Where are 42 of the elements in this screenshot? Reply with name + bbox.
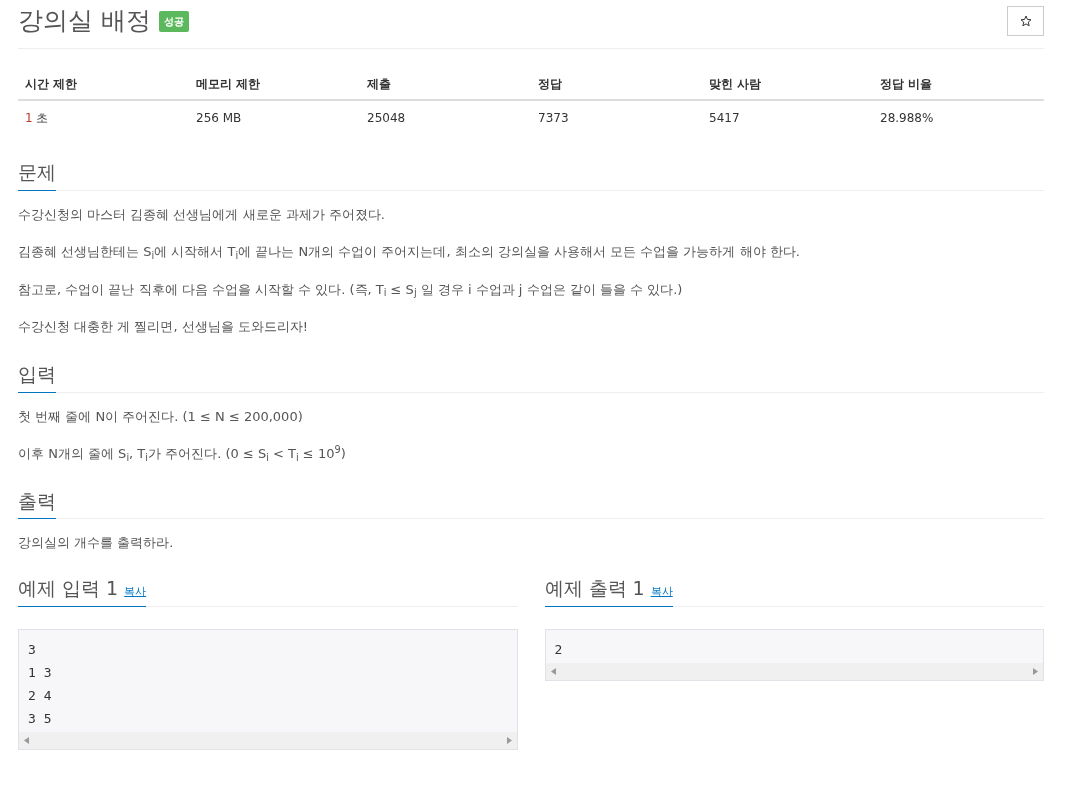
left-arrow-icon[interactable] bbox=[550, 667, 556, 675]
table-cell: 7373 bbox=[531, 100, 702, 135]
column-header: 시간 제한 bbox=[18, 69, 189, 100]
copy-link[interactable]: 복사 bbox=[124, 584, 147, 598]
code-line: 2 4 bbox=[28, 687, 52, 703]
favorite-button[interactable] bbox=[1007, 6, 1044, 36]
star-icon bbox=[1019, 15, 1032, 27]
paragraph: 수강신청 대충한 게 찔리면, 선생님을 도와드리자! bbox=[18, 318, 309, 337]
scrollbar[interactable] bbox=[545, 662, 1043, 680]
status-badge: 성공 bbox=[158, 10, 189, 32]
paragraph: 첫 번째 줄에 N이 주어진다. (1 ≤ N ≤ 200,000) bbox=[18, 407, 304, 426]
paragraph: 김종혜 선생님한테는 S$_{i}$에 시작해서 T$_{i}$에 끝나는 N개의 수업이 주어지는데, 최소의 강의실을 사용해서 모든 수업을 가능하게 해야 한다. bbox=[18, 243, 801, 262]
paragraph: 이후 N개의 줄에 S$_{i}$, T$_{i}$가 주어진다. (0 ≤ S$_{i}$ < T$_{i}$ ≤ 10$^{9}$) bbox=[18, 444, 347, 464]
right-arrow-icon[interactable] bbox=[1033, 667, 1038, 675]
sample-heading: 예제 출력 1 bbox=[544, 576, 645, 599]
section-heading: 출력 bbox=[18, 489, 56, 520]
time-limit-unit: 초 bbox=[36, 111, 49, 125]
section-heading: 문제 bbox=[18, 161, 56, 191]
left-arrow-icon[interactable] bbox=[24, 736, 29, 744]
problem-title: 강의실 배정 bbox=[18, 6, 151, 36]
right-arrow-icon[interactable] bbox=[506, 736, 512, 744]
code-line: 3 bbox=[28, 641, 36, 657]
time-limit-value: 1 bbox=[25, 111, 33, 125]
table-cell: 28.988% bbox=[873, 100, 1044, 135]
column-header: 메모리 제한 bbox=[189, 69, 360, 100]
column-header: 정답 bbox=[531, 69, 702, 100]
code-line: 2 bbox=[554, 641, 563, 657]
sample-heading: 예제 입력 1 bbox=[18, 576, 119, 599]
column-header: 정답 비율 bbox=[873, 69, 1044, 100]
code-line: 1 3 bbox=[28, 664, 52, 680]
paragraph: 참고로, 수업이 끝난 직후에 다음 수업을 시작할 수 있다. (즉, T$_{i}$ ≤ S$_{j}$ 일 경우 i 수업과 j 수업은 같이 들을 수 있다.) bbox=[18, 280, 684, 300]
code-line: 3 5 bbox=[28, 710, 52, 726]
column-header: 제출 bbox=[360, 69, 531, 100]
section-heading: 입력 bbox=[18, 362, 56, 393]
table-cell: 25048 bbox=[360, 100, 531, 135]
table-cell: 256 MB bbox=[189, 100, 360, 135]
column-header: 맞힌 사람 bbox=[702, 69, 873, 100]
paragraph: 수강신청의 마스터 김종혜 선생님에게 새로운 과제가 주어졌다. bbox=[18, 205, 386, 224]
scrollbar[interactable] bbox=[19, 731, 517, 749]
paragraph: 강의실의 개수를 출력하라. bbox=[18, 534, 175, 553]
copy-link[interactable]: 복사 bbox=[650, 584, 673, 598]
table-cell: 5417 bbox=[702, 100, 873, 135]
